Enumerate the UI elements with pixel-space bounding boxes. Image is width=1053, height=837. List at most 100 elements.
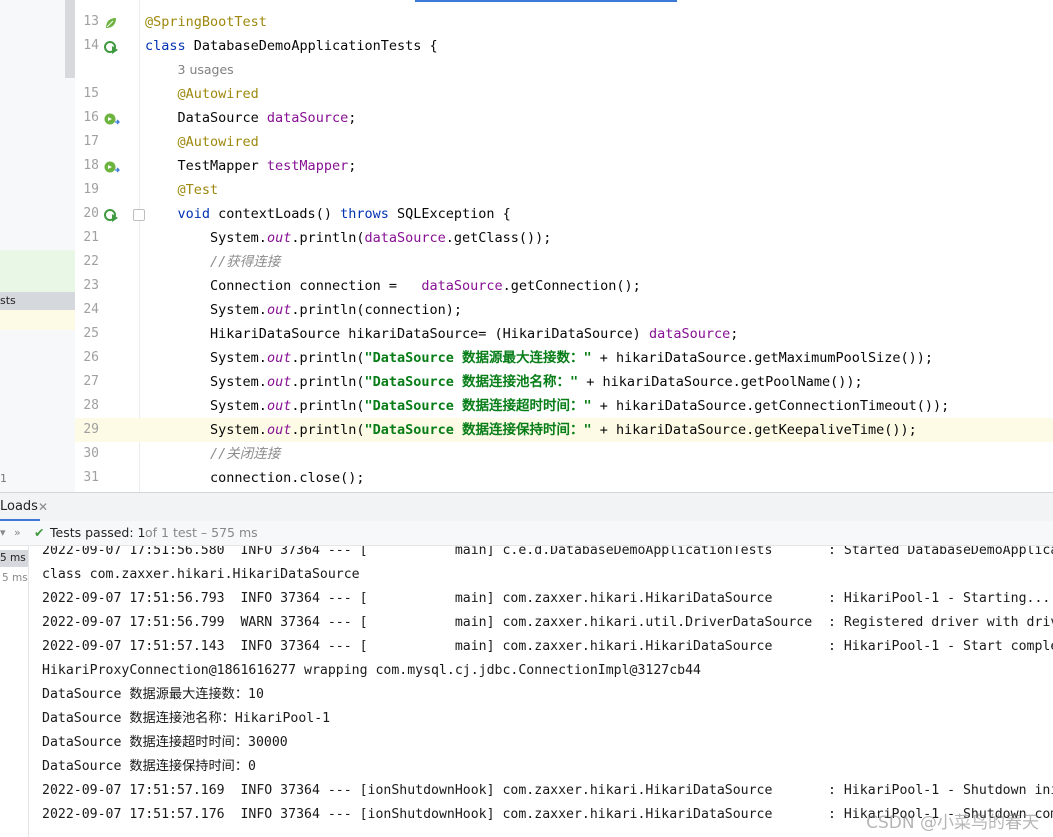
console-line: 2022-09-07 17:51:56.799 WARN 37364 --- [… <box>42 615 1053 630</box>
run-tab-label: Loads <box>0 499 38 514</box>
code-token: .println(connection); <box>291 302 463 318</box>
line-number: 14 <box>83 38 99 53</box>
code-line[interactable]: @Autowired <box>145 130 259 154</box>
code-line[interactable]: DataSource dataSource; <box>145 106 357 130</box>
code-token: void <box>177 206 219 222</box>
code-token: dataSource <box>421 278 503 294</box>
run-test-icon[interactable] <box>104 207 118 222</box>
spring-leaf-icon[interactable] <box>104 15 118 29</box>
csdn-watermark: CSDN @小菜鸟的春天 <box>866 813 1039 833</box>
code-line[interactable]: //获得连接 <box>145 250 280 274</box>
test-tree-root-time[interactable]: 5 ms <box>0 550 28 567</box>
console-line: DataSource 数据连接超时时间：30000 <box>42 735 288 750</box>
code-token: DatabaseDemoApplicationTests { <box>193 38 438 54</box>
code-token: TestMapper <box>177 158 267 174</box>
code-token: //关闭连接 <box>210 446 281 462</box>
project-tool-window: sts 1 <box>0 0 76 492</box>
run-test-icon[interactable] <box>104 39 118 54</box>
code-line[interactable]: //关闭连接 <box>145 442 280 466</box>
code-line[interactable]: connection.close(); <box>145 466 364 490</box>
code-line[interactable]: System.out.println(dataSource.getClass()… <box>145 226 551 250</box>
code-line[interactable]: System.out.println(connection); <box>145 298 462 322</box>
code-line[interactable]: System.out.println("DataSource 数据连接超时时间：… <box>145 394 949 418</box>
code-token: "DataSource 数据连接超时时间：" <box>364 398 592 414</box>
code-token: HikariDataSource hikariDataSource= (Hika… <box>210 326 649 342</box>
code-line[interactable]: System.out.println("DataSource 数据连接保持时间：… <box>145 418 917 442</box>
fold-toggle-icon[interactable] <box>133 209 145 221</box>
usages-hint[interactable]: 3 usages <box>178 62 234 77</box>
code-line[interactable]: @Test <box>145 178 219 202</box>
code-line[interactable]: HikariDataSource hikariDataSource= (Hika… <box>145 322 738 346</box>
console-line: DataSource 数据源最大连接数：10 <box>42 687 264 702</box>
code-line[interactable]: TestMapper testMapper; <box>145 154 357 178</box>
bean-navigation-icon[interactable] <box>104 111 120 125</box>
scrollbar-thumb[interactable] <box>65 0 75 78</box>
console-output[interactable]: 2022-09-07 17:51:56.580 INFO 37364 --- [… <box>29 546 1053 837</box>
run-tab[interactable]: Loads <box>0 493 38 521</box>
code-token: .getConnection(); <box>502 278 641 294</box>
code-token: out <box>266 350 292 366</box>
code-line[interactable]: void contextLoads() throws SQLException … <box>145 202 511 226</box>
code-token: DataSource <box>177 110 267 126</box>
code-token: @SpringBootTest <box>145 14 267 30</box>
close-icon[interactable]: ✕ <box>38 500 48 514</box>
code-line[interactable]: System.out.println("DataSource 数据源最大连接数：… <box>145 346 933 370</box>
code-token: + hikariDataSource.getPoolName()); <box>578 374 863 390</box>
code-token: connection.close(); <box>210 470 365 486</box>
code-token: .getClass()); <box>445 230 552 246</box>
code-token: out <box>266 374 292 390</box>
bean-navigation-icon[interactable] <box>104 159 120 173</box>
console-line: 2022-09-07 17:51:57.143 INFO 37364 --- [… <box>42 639 1053 654</box>
line-number: 19 <box>83 182 99 197</box>
code-line[interactable]: @SpringBootTest <box>145 10 267 34</box>
double-chevron-icon[interactable]: » <box>14 521 21 545</box>
project-tree-selected-item[interactable]: sts <box>0 292 75 310</box>
code-line[interactable]: 3 usages <box>145 58 234 82</box>
run-tool-window-header: Loads ✕ <box>0 492 1053 522</box>
code-token: System. <box>210 374 267 390</box>
line-number: 16 <box>83 110 99 125</box>
tests-passed-label: Tests passed: 1 <box>50 525 146 540</box>
code-line[interactable]: System.out.println("DataSource 数据连接池名称："… <box>145 370 863 394</box>
project-tree-item-label: sts <box>0 294 16 307</box>
code-token: System. <box>210 230 267 246</box>
code-line[interactable]: class DatabaseDemoApplicationTests { <box>145 34 438 58</box>
console-line: class com.zaxxer.hikari.HikariDataSource <box>42 567 360 582</box>
line-number: 17 <box>83 134 99 149</box>
code-token: out <box>266 398 292 414</box>
code-line[interactable]: Connection connection = dataSource.getCo… <box>145 274 641 298</box>
line-number: 13 <box>83 14 99 29</box>
line-number: 27 <box>83 374 99 389</box>
console-line: HikariProxyConnection@1861616277 wrappin… <box>42 663 701 678</box>
code-token: .println( <box>291 350 365 366</box>
left-panel-number: 1 <box>0 472 7 485</box>
tree-highlight-band <box>0 250 75 292</box>
code-token: dataSource <box>364 230 446 246</box>
code-token: throws <box>340 206 397 222</box>
line-number: 31 <box>83 470 99 485</box>
line-number: 30 <box>83 446 99 461</box>
code-token: @Autowired <box>177 134 259 150</box>
code-token: .println( <box>291 398 365 414</box>
test-tree-child-time[interactable]: 5 ms <box>2 572 28 584</box>
line-number <box>75 58 99 82</box>
code-line[interactable]: @Autowired <box>145 82 259 106</box>
test-status-bar: ▾ » ✔ Tests passed: 1 of 1 test – 575 ms <box>0 521 1053 546</box>
code-token: SQLException { <box>396 206 511 222</box>
check-icon: ✔ <box>34 525 45 540</box>
code-token: .println( <box>291 422 365 438</box>
code-token: .println( <box>291 374 365 390</box>
code-token: + hikariDataSource.getKeepaliveTime()); <box>591 422 917 438</box>
code-token: out <box>266 302 292 318</box>
line-number: 29 <box>83 422 99 437</box>
chevron-down-icon[interactable]: ▾ <box>0 521 6 545</box>
